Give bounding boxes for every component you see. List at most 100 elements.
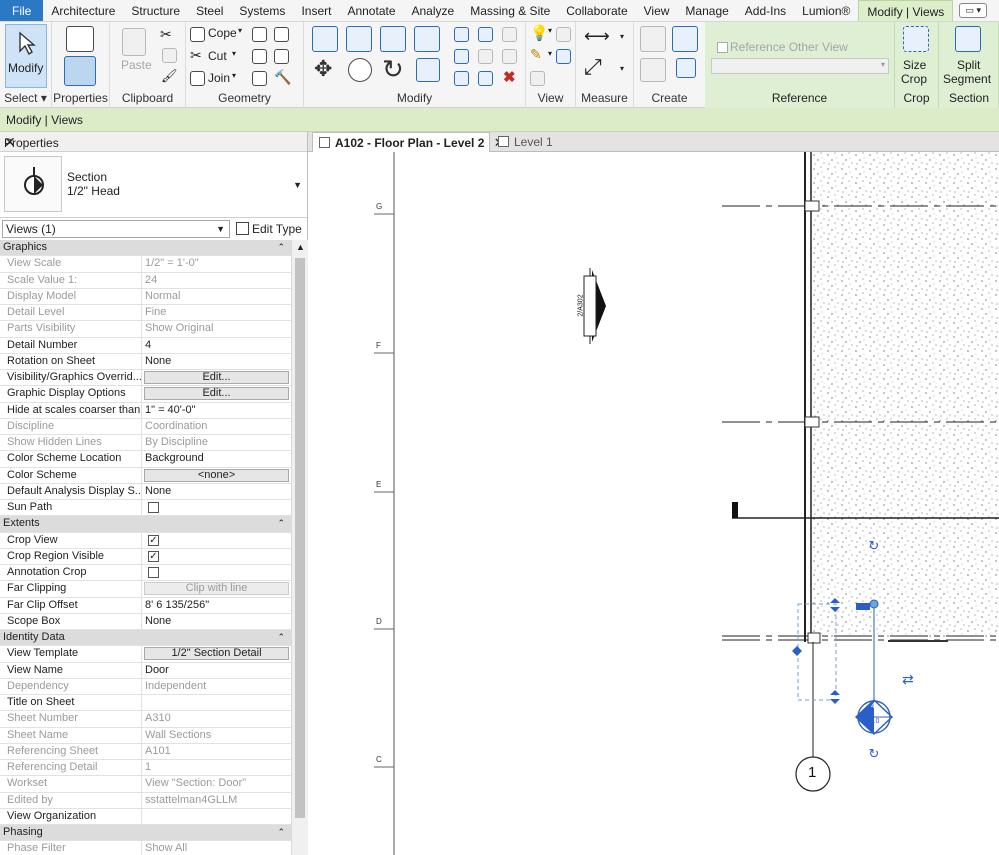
- menu-item-annotate[interactable]: Annotate: [339, 0, 403, 21]
- collapse-icon[interactable]: ⌃: [277, 516, 285, 531]
- type-dropdown-icon[interactable]: ▼: [293, 180, 302, 190]
- dimension-dropdown-icon[interactable]: ▾: [620, 64, 624, 73]
- measure-dropdown-icon[interactable]: ▾: [620, 32, 624, 41]
- category-extents[interactable]: Extents ⌃: [0, 516, 291, 533]
- reference-other-view-checkbox[interactable]: [717, 42, 728, 53]
- property-checkbox[interactable]: [148, 567, 159, 578]
- menu-item-steel[interactable]: Steel: [188, 0, 231, 21]
- property-value[interactable]: None: [142, 354, 291, 369]
- create-similar-icon[interactable]: [672, 26, 698, 52]
- ribbon-toggle-icon[interactable]: ▭ ▾: [959, 3, 988, 18]
- scale-icon[interactable]: [478, 49, 493, 64]
- property-value[interactable]: [142, 809, 291, 824]
- tab-level-1[interactable]: Level 1: [492, 132, 572, 152]
- menu-item-massing-site[interactable]: Massing & Site: [462, 0, 558, 21]
- menu-item-lumion[interactable]: Lumion®: [794, 0, 858, 21]
- join-button[interactable]: Join: [208, 71, 230, 85]
- property-value[interactable]: [142, 695, 291, 710]
- menu-item-file[interactable]: File: [0, 0, 44, 21]
- property-button[interactable]: <none>: [144, 468, 289, 482]
- properties-scrollbar[interactable]: ▲: [291, 240, 308, 855]
- menu-item-systems[interactable]: Systems: [231, 0, 293, 21]
- size-crop-icon[interactable]: [903, 26, 929, 52]
- paint-icon[interactable]: [252, 49, 267, 64]
- delete-icon[interactable]: ✖: [503, 68, 516, 86]
- linework-icon[interactable]: [530, 71, 545, 86]
- menu-item-structure[interactable]: Structure: [123, 0, 188, 21]
- align-icon[interactable]: [312, 26, 338, 52]
- scroll-up-icon[interactable]: ▲: [296, 242, 305, 252]
- paste-icon[interactable]: [122, 28, 146, 56]
- remove-paint-icon[interactable]: [274, 49, 289, 64]
- property-button[interactable]: Edit...: [144, 371, 289, 384]
- split-segment-label-1[interactable]: Split: [957, 58, 980, 72]
- match-properties-icon[interactable]: 🖌: [161, 68, 178, 84]
- trim-extend-icon[interactable]: [416, 58, 440, 82]
- unpin-icon[interactable]: [502, 49, 517, 64]
- size-crop-label-1[interactable]: Size: [903, 58, 926, 72]
- trim-multiple-icon[interactable]: [454, 71, 469, 86]
- pin-icon[interactable]: [502, 27, 517, 42]
- scrollbar-thumb[interactable]: [295, 258, 305, 818]
- collapse-icon[interactable]: ⌃: [277, 630, 285, 645]
- menu-item-collaborate[interactable]: Collaborate: [558, 0, 635, 21]
- instance-filter-dropdown[interactable]: Views (1) ▼: [2, 220, 230, 238]
- property-value[interactable]: None: [142, 484, 291, 499]
- section-marker-2-a302[interactable]: [583, 268, 606, 344]
- copy-element-icon[interactable]: [348, 58, 372, 82]
- mirror-pick-icon[interactable]: [380, 26, 406, 52]
- wall-joins-icon[interactable]: [252, 27, 267, 42]
- lightbulb-icon[interactable]: 💡: [530, 24, 549, 42]
- cut-dropdown-icon[interactable]: ▾: [232, 49, 236, 58]
- property-checkbox[interactable]: ✓: [148, 550, 159, 562]
- tab-a102-floor-plan[interactable]: A102 - Floor Plan - Level 2 ✕: [312, 132, 505, 152]
- override-graphics-icon[interactable]: ✎: [530, 46, 542, 63]
- measure-icon[interactable]: ⟷: [584, 26, 610, 47]
- hide-dropdown-icon[interactable]: ▾: [548, 26, 552, 35]
- split-face-icon[interactable]: [274, 27, 289, 42]
- property-checkbox[interactable]: ✓: [148, 534, 159, 546]
- cope-dropdown-icon[interactable]: ▾: [238, 26, 242, 35]
- view-range-icon[interactable]: [556, 49, 571, 64]
- split-element-icon[interactable]: [454, 27, 469, 42]
- menu-item-architecture[interactable]: Architecture: [43, 0, 123, 21]
- property-value[interactable]: Door: [142, 663, 291, 678]
- property-button[interactable]: Edit...: [144, 387, 289, 401]
- category-graphics[interactable]: Graphics ⌃: [0, 240, 291, 257]
- close-icon[interactable]: ✕: [4, 134, 301, 151]
- menu-item-insert[interactable]: Insert: [293, 0, 339, 21]
- hammer-icon[interactable]: 🔨: [274, 69, 291, 86]
- properties-icon[interactable]: [64, 56, 96, 86]
- trim-single-icon[interactable]: [478, 71, 493, 86]
- mirror-draw-icon[interactable]: [414, 26, 440, 52]
- menu-item-manage[interactable]: Manage: [677, 0, 736, 21]
- create-assembly-icon[interactable]: [640, 58, 666, 82]
- menu-item-add-ins[interactable]: Add-Ins: [737, 0, 794, 21]
- move-icon[interactable]: ✥: [314, 56, 332, 82]
- type-selector[interactable]: Section 1/2" Head ▼: [0, 152, 307, 218]
- menu-item-analyze[interactable]: Analyze: [404, 0, 463, 21]
- reference-view-dropdown[interactable]: ▾: [711, 58, 889, 74]
- override-dropdown-icon[interactable]: ▾: [548, 49, 552, 58]
- property-value[interactable]: None: [142, 614, 291, 629]
- create-parts-icon[interactable]: [640, 26, 666, 52]
- property-button[interactable]: 1/2" Section Detail: [144, 647, 289, 661]
- category-phasing[interactable]: Phasing ⌃: [0, 825, 291, 842]
- offset-icon[interactable]: [346, 26, 372, 52]
- property-value[interactable]: 8' 6 135/256": [142, 598, 291, 613]
- category-identity-data[interactable]: Identity Data ⌃: [0, 630, 291, 647]
- property-value[interactable]: 1" = 40'-0": [142, 403, 291, 418]
- menu-item-view[interactable]: View: [636, 0, 678, 21]
- property-value[interactable]: 4: [142, 338, 291, 353]
- size-crop-label-2[interactable]: Crop: [901, 72, 927, 86]
- split-segment-icon[interactable]: [955, 26, 981, 52]
- dimension-icon[interactable]: ⤢: [584, 54, 602, 80]
- create-group-icon[interactable]: [676, 58, 696, 78]
- property-value[interactable]: Background: [142, 451, 291, 466]
- cope-icon[interactable]: [190, 27, 205, 42]
- collapse-icon[interactable]: ⌃: [277, 825, 285, 840]
- temp-hide-icon[interactable]: [556, 27, 571, 42]
- split-gap-icon[interactable]: [478, 27, 493, 42]
- rotate-icon[interactable]: ↻: [382, 54, 404, 85]
- cut-icon[interactable]: ✂: [190, 47, 202, 64]
